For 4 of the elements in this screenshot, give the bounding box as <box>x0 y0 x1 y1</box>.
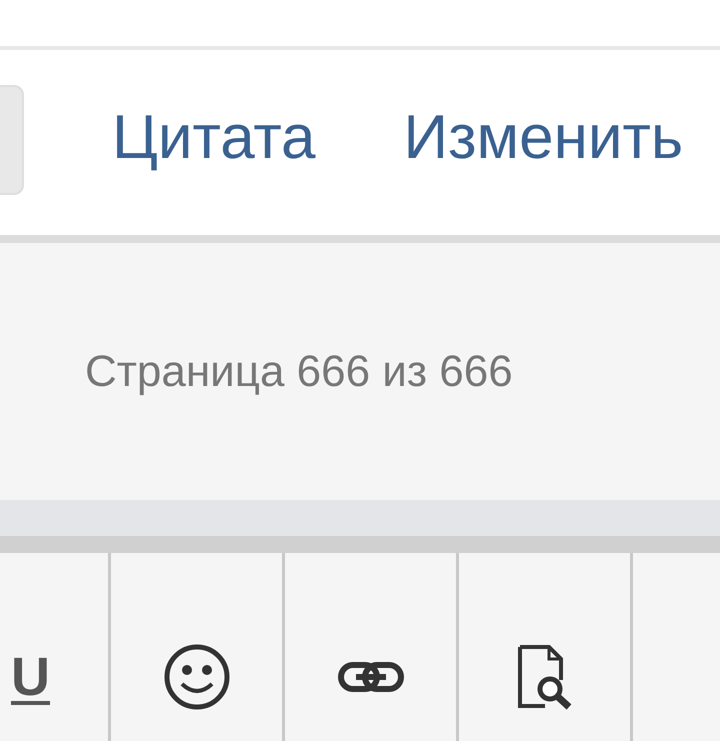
action-link[interactable]: Цитата <box>112 106 316 168</box>
page-counter: Страница 666 из 666 <box>84 346 513 398</box>
action-link[interactable]: Изменить <box>404 106 684 168</box>
underline-button[interactable]: U <box>11 613 50 741</box>
